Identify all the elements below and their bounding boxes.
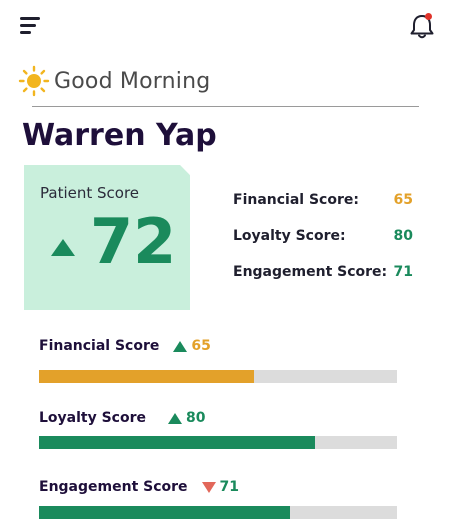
engagement-score-bar: Engagement Score 71 (39, 477, 397, 519)
bar-track (39, 370, 397, 383)
financial-score-bar: Financial Score 65 (39, 336, 397, 383)
bar-label: Loyalty Score (39, 410, 147, 426)
bar-value: 80 (186, 410, 206, 426)
hamburger-menu-icon[interactable] (20, 14, 48, 38)
summary-value: 65 (393, 192, 413, 208)
bar-value: 65 (191, 338, 211, 354)
trend-up-icon (173, 340, 188, 352)
bar-value: 71 (219, 479, 240, 495)
trend-up-icon (168, 412, 183, 424)
trend-down-icon (201, 481, 216, 493)
bar-track (39, 506, 397, 519)
patient-score-label: Patient Score (40, 184, 140, 202)
summary-label: Engagement Score: (233, 264, 388, 280)
bar-fill (39, 436, 315, 449)
bell-icon[interactable] (406, 10, 438, 42)
patient-score-card: Patient Score 72 (24, 165, 190, 310)
summary-label: Financial Score: (233, 192, 359, 208)
trend-up-icon (51, 239, 75, 256)
divider (32, 106, 419, 107)
bar-fill (39, 506, 290, 519)
summary-value: 71 (393, 264, 413, 280)
bar-label: Engagement Score (39, 479, 188, 495)
summary-row-loyalty: Loyalty Score: 80 (233, 228, 413, 248)
sun-icon (18, 65, 50, 97)
summary-value: 80 (393, 228, 413, 244)
bar-label: Financial Score (39, 338, 160, 354)
bar-track (39, 436, 397, 449)
summary-row-financial: Financial Score: 65 (233, 192, 413, 212)
loyalty-score-bar: Loyalty Score 80 (39, 408, 397, 449)
bar-fill (39, 370, 254, 383)
patient-name: Warren Yap (22, 118, 217, 153)
patient-score-value: 72 (90, 205, 177, 278)
summary-label: Loyalty Score: (233, 228, 346, 244)
notification-dot (425, 13, 432, 20)
summary-row-engagement: Engagement Score: 71 (233, 264, 413, 284)
greeting-text: Good Morning (54, 68, 211, 94)
greeting: Good Morning (18, 65, 210, 97)
